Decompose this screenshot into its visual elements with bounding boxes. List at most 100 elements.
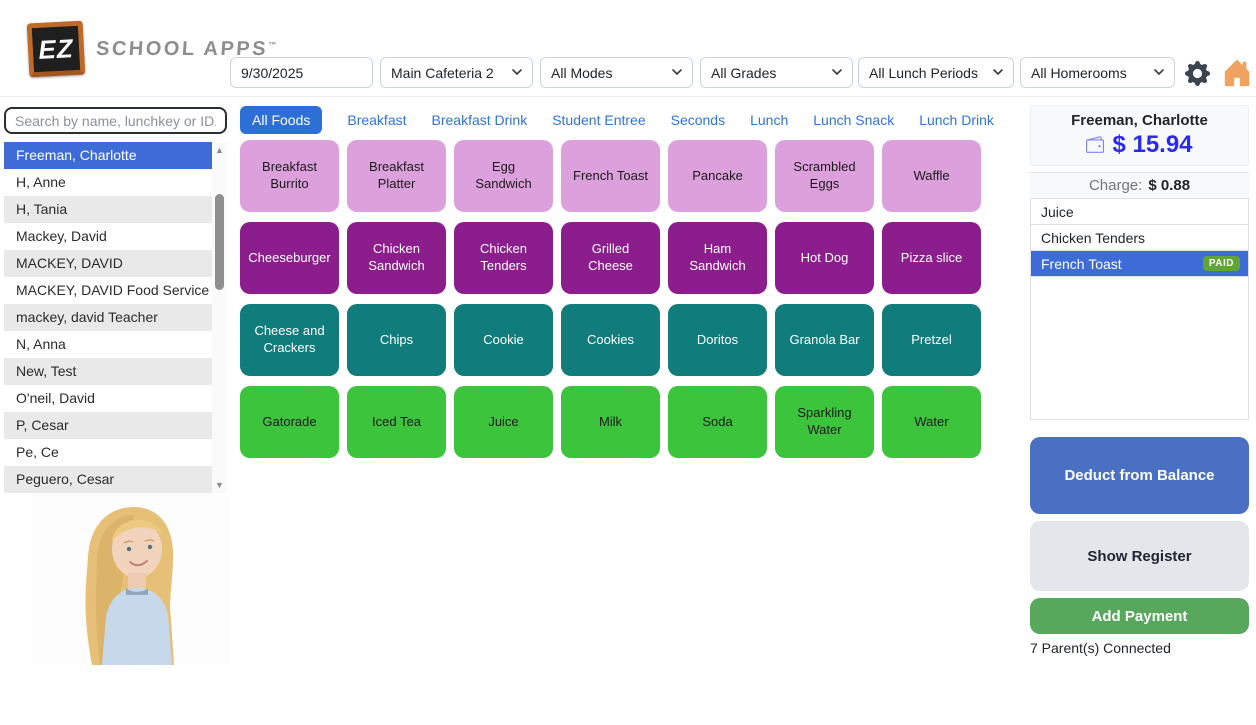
food-item-button[interactable]: Chips	[347, 304, 446, 376]
modes-dropdown[interactable]: All Modes	[540, 57, 693, 88]
student-list-item[interactable]: Pe, Ce	[4, 439, 212, 466]
student-list-item[interactable]: N, Anna	[4, 331, 212, 358]
student-list-item[interactable]: New, Test	[4, 358, 212, 385]
paid-badge: PAID	[1203, 256, 1240, 271]
student-list-item[interactable]: Mackey, David	[4, 223, 212, 250]
charge-amount: $ 0.88	[1148, 177, 1190, 194]
selected-student-name: Freeman, Charlotte	[1071, 112, 1208, 129]
chalkboard-logo-icon: EZ	[27, 21, 86, 78]
food-item-button[interactable]: Gatorade	[240, 386, 339, 458]
student-list-item[interactable]: Peguero, Cesar	[4, 466, 212, 493]
food-item-button[interactable]: Water	[882, 386, 981, 458]
food-item-button[interactable]: Cookie	[454, 304, 553, 376]
add-payment-button[interactable]: Add Payment	[1030, 598, 1249, 634]
chevron-down-icon	[672, 69, 682, 76]
tab-lunch[interactable]: Lunch	[750, 112, 788, 128]
selected-student-card: Freeman, Charlotte $ 15.94	[1030, 105, 1249, 166]
student-list-scrollbar[interactable]: ▲ ▼	[212, 142, 227, 493]
chevron-down-icon	[993, 69, 1003, 76]
food-item-button[interactable]: Waffle	[882, 140, 981, 212]
cafeteria-dropdown-value: Main Cafeteria 2	[391, 65, 494, 81]
food-item-button[interactable]: Sparkling Water	[775, 386, 874, 458]
tab-lunch-snack[interactable]: Lunch Snack	[813, 112, 894, 128]
student-list: Freeman, CharlotteH, AnneH, TaniaMackey,…	[4, 142, 227, 493]
parents-connected-status: 7 Parent(s) Connected	[1030, 640, 1171, 656]
food-item-button[interactable]: Milk	[561, 386, 660, 458]
student-photo	[30, 495, 230, 665]
grades-dropdown[interactable]: All Grades	[700, 57, 853, 88]
tab-breakfast-drink[interactable]: Breakfast Drink	[432, 112, 528, 128]
food-item-button[interactable]: Juice	[454, 386, 553, 458]
tab-all-foods[interactable]: All Foods	[240, 106, 322, 134]
food-item-button[interactable]: Iced Tea	[347, 386, 446, 458]
food-item-button[interactable]: Chicken Tenders	[454, 222, 553, 294]
food-item-button[interactable]: Cheese and Crackers	[240, 304, 339, 376]
food-item-button[interactable]: Granola Bar	[775, 304, 874, 376]
chevron-down-icon	[512, 69, 522, 76]
lunch-periods-dropdown-value: All Lunch Periods	[869, 65, 978, 81]
order-item[interactable]: French ToastPAID	[1031, 251, 1248, 277]
show-register-button[interactable]: Show Register	[1030, 521, 1249, 591]
grades-dropdown-value: All Grades	[711, 65, 776, 81]
food-item-button[interactable]: Doritos	[668, 304, 767, 376]
deduct-from-balance-button[interactable]: Deduct from Balance	[1030, 437, 1249, 514]
pos-app: EZ SCHOOL APPS™ Main Cafeteria 2 All Mod…	[0, 0, 1256, 725]
food-item-button[interactable]: Egg Sandwich	[454, 140, 553, 212]
date-input[interactable]	[230, 57, 373, 88]
tab-breakfast[interactable]: Breakfast	[347, 112, 406, 128]
order-item-name: Chicken Tenders	[1041, 230, 1240, 246]
chevron-down-icon	[832, 69, 842, 76]
trademark: ™	[268, 40, 277, 49]
tab-seconds[interactable]: Seconds	[671, 112, 725, 128]
scrollbar-thumb[interactable]	[215, 194, 224, 290]
food-item-button[interactable]: French Toast	[561, 140, 660, 212]
food-grid: Breakfast BurritoBreakfast PlatterEgg Sa…	[240, 140, 981, 458]
food-item-button[interactable]: Chicken Sandwich	[347, 222, 446, 294]
student-list-item[interactable]: MACKEY, DAVID	[4, 250, 212, 277]
tab-student-entree[interactable]: Student Entree	[552, 112, 645, 128]
food-item-button[interactable]: Hot Dog	[775, 222, 874, 294]
modes-dropdown-value: All Modes	[551, 65, 612, 81]
food-item-button[interactable]: Pretzel	[882, 304, 981, 376]
student-list-item[interactable]: P, Cesar	[4, 412, 212, 439]
student-list-item[interactable]: Freeman, Charlotte	[4, 142, 212, 169]
food-item-button[interactable]: Scrambled Eggs	[775, 140, 874, 212]
food-item-button[interactable]: Grilled Cheese	[561, 222, 660, 294]
food-item-button[interactable]: Ham Sandwich	[668, 222, 767, 294]
food-item-button[interactable]: Pizza slice	[882, 222, 981, 294]
student-list-item[interactable]: MACKEY, DAVID Food Service	[4, 277, 212, 304]
home-icon[interactable]	[1222, 58, 1252, 88]
food-tabs: All Foods Breakfast Breakfast Drink Student…	[240, 104, 994, 135]
order-item-name: Juice	[1041, 204, 1240, 220]
homerooms-dropdown-value: All Homerooms	[1031, 65, 1127, 81]
student-list-item[interactable]: mackey, david Teacher	[4, 304, 212, 331]
lunch-periods-dropdown[interactable]: All Lunch Periods	[858, 57, 1014, 88]
account-balance: $ 15.94	[1112, 131, 1192, 159]
order-item-name: French Toast	[1041, 256, 1203, 272]
charge-bar: Charge: $ 0.88	[1030, 172, 1249, 199]
food-item-button[interactable]: Cookies	[561, 304, 660, 376]
logo-board-text: EZ	[38, 33, 75, 66]
food-item-button[interactable]: Soda	[668, 386, 767, 458]
order-item[interactable]: Chicken Tenders	[1031, 225, 1248, 251]
header: EZ SCHOOL APPS™ Main Cafeteria 2 All Mod…	[0, 0, 1256, 97]
cafeteria-dropdown[interactable]: Main Cafeteria 2	[380, 57, 533, 88]
scroll-up-icon[interactable]: ▲	[212, 145, 227, 155]
student-list-item[interactable]: H, Anne	[4, 169, 212, 196]
tab-lunch-drink[interactable]: Lunch Drink	[919, 112, 994, 128]
order-item[interactable]: Juice	[1031, 199, 1248, 225]
scroll-down-icon[interactable]: ▼	[212, 480, 227, 490]
food-item-button[interactable]: Breakfast Platter	[347, 140, 446, 212]
student-list-item[interactable]: H, Tania	[4, 196, 212, 223]
search-input[interactable]	[4, 107, 227, 134]
order-list: Juice Chicken Tenders French ToastPAID	[1030, 199, 1249, 420]
homerooms-dropdown[interactable]: All Homerooms	[1020, 57, 1175, 88]
student-list-item[interactable]: O'neil, David	[4, 385, 212, 412]
food-item-button[interactable]: Pancake	[668, 140, 767, 212]
food-item-button[interactable]: Breakfast Burrito	[240, 140, 339, 212]
chevron-down-icon	[1154, 69, 1164, 76]
charge-label: Charge:	[1089, 177, 1142, 194]
wallet-icon	[1086, 136, 1104, 154]
gear-icon[interactable]	[1185, 61, 1210, 86]
food-item-button[interactable]: Cheeseburger	[240, 222, 339, 294]
